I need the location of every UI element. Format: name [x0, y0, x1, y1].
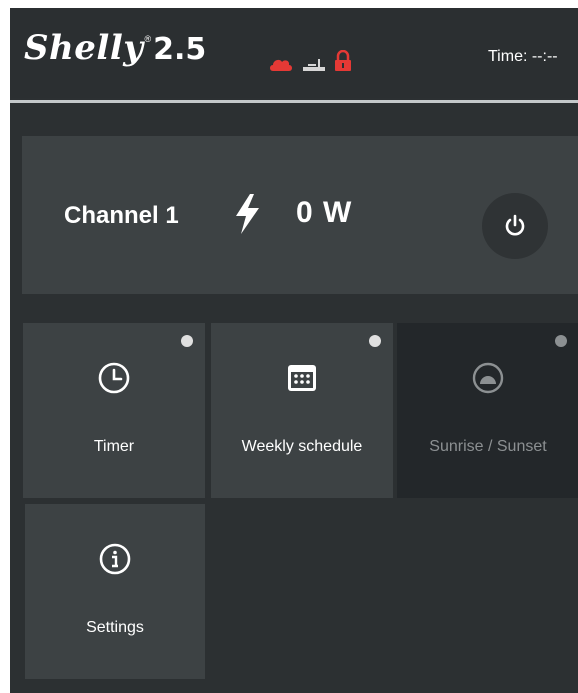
brand-registered-mark: ® [144, 34, 152, 44]
brand-model: 2.5 [153, 32, 207, 67]
status-dot [181, 335, 193, 347]
power-toggle-button[interactable] [482, 193, 548, 259]
brand-logo: Shelly ® 2.5 [24, 28, 206, 78]
header-divider [10, 100, 578, 103]
wifi-router-icon [303, 59, 325, 71]
status-icons [268, 46, 352, 72]
status-dot [555, 335, 567, 347]
time-display: Time: --:-- [488, 48, 558, 65]
clock-icon [98, 362, 130, 394]
tile-settings[interactable]: Settings [25, 504, 205, 679]
tile-label: Sunrise / Sunset [429, 438, 547, 455]
cloud-icon [270, 59, 292, 71]
power-icon [505, 214, 525, 236]
channel-card: Channel 1 0 W [22, 136, 578, 294]
power-reading: 0 W [296, 196, 353, 229]
tile-timer[interactable]: Timer [23, 323, 205, 498]
lock-icon [335, 50, 351, 71]
tile-label: Weekly schedule [241, 438, 363, 455]
tile-label: Settings [86, 619, 144, 636]
info-icon [99, 543, 131, 575]
tile-sunrise-sunset[interactable]: Sunrise / Sunset [397, 323, 578, 498]
tile-label: Timer [93, 438, 135, 455]
calendar-icon [288, 365, 316, 391]
bolt-icon [236, 194, 259, 234]
status-dot [369, 335, 381, 347]
app-header: Shelly ® 2.5 Time: --:-- [10, 8, 578, 98]
sun-icon [472, 362, 504, 394]
tile-weekly-schedule[interactable]: Weekly schedule [211, 323, 393, 498]
channel-label: Channel 1 [64, 202, 179, 229]
app-screen: Shelly ® 2.5 Time: --:-- Channel 1 0 W T… [10, 8, 578, 693]
brand-name: Shelly [24, 28, 144, 68]
